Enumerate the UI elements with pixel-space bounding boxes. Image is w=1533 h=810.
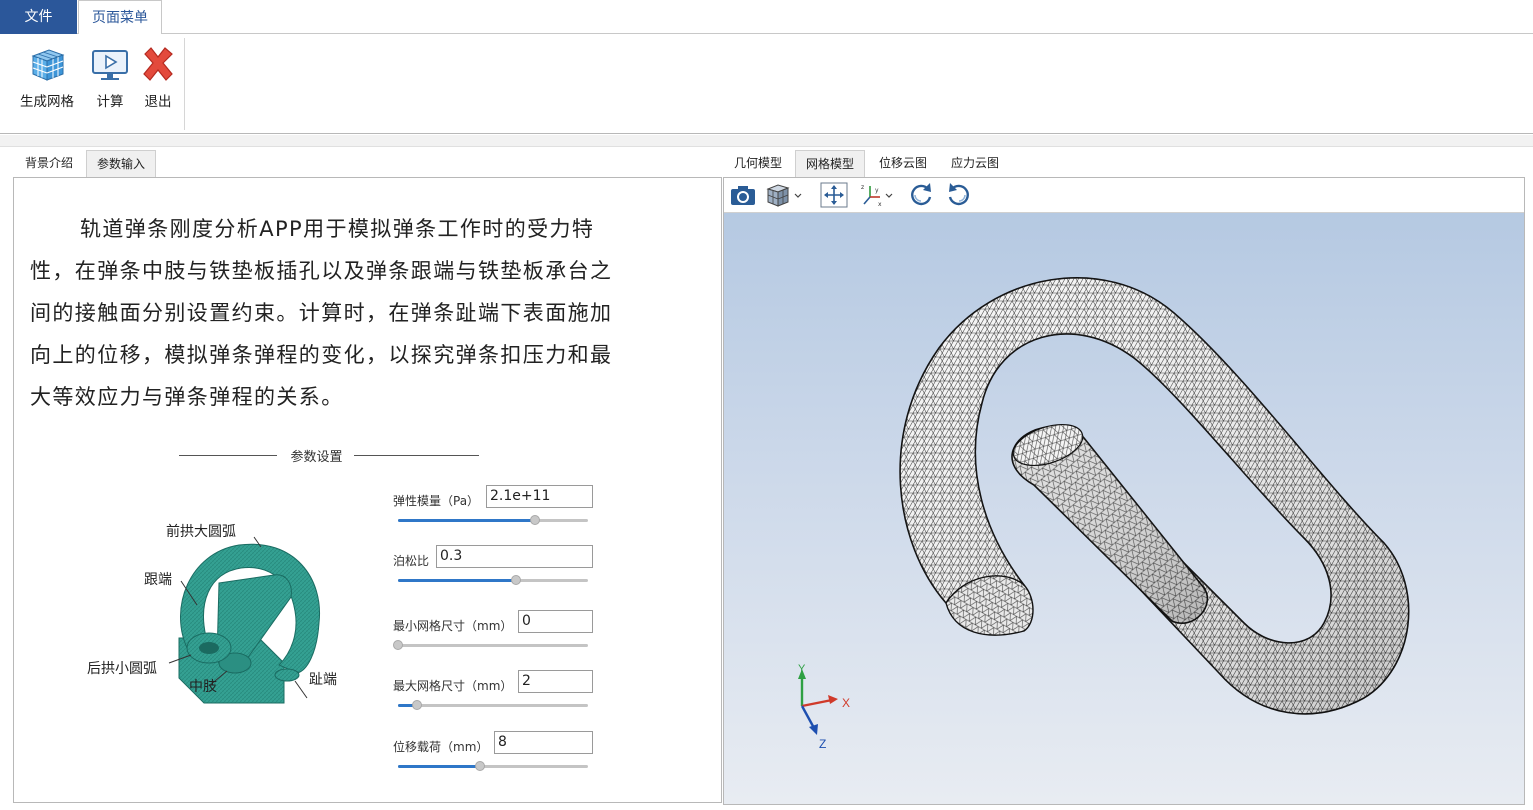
min-mesh-size-input[interactable]: 0 (518, 610, 593, 633)
svg-text:y: y (875, 187, 879, 194)
camera-icon[interactable] (728, 181, 758, 209)
tab-page-menu[interactable]: 页面菜单 (78, 0, 162, 35)
ribbon-body: 生成网格 计算 退出 (0, 34, 1533, 134)
tab-file[interactable]: 文件 (0, 0, 77, 34)
tab-stress-contour[interactable]: 应力云图 (940, 150, 1010, 177)
displacement-load-slider[interactable] (398, 761, 588, 771)
poisson-ratio-label: 泊松比 (393, 554, 430, 568)
monitor-play-icon (92, 50, 128, 80)
label-front-arc: 前拱大圆弧 (166, 524, 236, 540)
slider-thumb[interactable] (412, 700, 422, 710)
tab-mesh-model[interactable]: 网格模型 (795, 150, 865, 177)
calculate-label: 计算 (96, 94, 124, 110)
viewer-toolbar: z y x (724, 178, 1524, 213)
poisson-ratio-slider[interactable] (398, 575, 588, 585)
ribbon-tab-bar: 文件 页面菜单 (0, 0, 1533, 35)
param-row-displacement-load: 位移载荷（mm） 8 (393, 731, 593, 771)
elastic-modulus-slider[interactable] (398, 515, 588, 525)
divider (354, 455, 479, 456)
slider-thumb[interactable] (474, 761, 485, 771)
rail-clip-illustration: 前拱大圆弧 跟端 后拱小圆弧 中肢 趾端 (69, 513, 369, 723)
elastic-modulus-label: 弹性模量（Pa） (393, 494, 480, 508)
poisson-ratio-input[interactable]: 0.3 (436, 545, 593, 568)
exit-button[interactable]: 退出 (136, 44, 180, 110)
tab-background[interactable]: 背景介绍 (14, 150, 84, 177)
tab-geometry-model[interactable]: 几何模型 (724, 150, 792, 177)
max-mesh-size-input[interactable]: 2 (518, 670, 593, 693)
max-mesh-size-slider[interactable] (398, 700, 588, 710)
generate-mesh-button[interactable]: 生成网格 (12, 44, 82, 110)
rotate-cw-icon[interactable] (906, 181, 936, 209)
axis-triad (798, 669, 838, 735)
param-row-min-mesh-size: 最小网格尺寸（mm） 0 (393, 610, 593, 650)
axes-icon[interactable]: z y x (858, 181, 898, 209)
axis-z-label: Z (819, 737, 827, 751)
mesh-cube-icon (31, 49, 65, 81)
rail-clip-image (168, 536, 321, 704)
intro-paragraph: 轨道弹条刚度分析APP用于模拟弹条工作时的受力特性，在弹条中肢与铁垫板插孔以及弹… (30, 217, 613, 409)
mesh-viewer[interactable]: z y x Y X Z (723, 177, 1525, 805)
tab-parameter-input[interactable]: 参数输入 (86, 150, 156, 177)
slider-thumb[interactable] (510, 575, 521, 585)
axis-x-label: X (842, 696, 851, 710)
svg-text:x: x (878, 201, 882, 208)
3d-scene[interactable]: Y X Z (724, 213, 1524, 804)
param-row-max-mesh-size: 最大网格尺寸（mm） 2 (393, 670, 593, 710)
axis-y-label: Y (798, 663, 806, 675)
tab-displacement-contour[interactable]: 位移云图 (868, 150, 938, 177)
divider (179, 455, 277, 456)
max-mesh-size-label: 最大网格尺寸（mm） (393, 679, 513, 693)
elastic-modulus-input[interactable]: 2.1e+11 (486, 485, 593, 508)
mesh-model-render (798, 277, 1410, 735)
ribbon-separator (0, 135, 1533, 147)
fit-view-icon[interactable] (819, 181, 849, 209)
close-x-icon (143, 47, 173, 81)
ribbon-group-actions: 生成网格 计算 退出 (4, 38, 185, 130)
view-cube-icon[interactable] (764, 181, 810, 209)
label-toe: 趾端 (309, 672, 337, 688)
displacement-load-input[interactable]: 8 (494, 731, 593, 754)
background-panel: 轨道弹条刚度分析APP用于模拟弹条工作时的受力特性，在弹条中肢与铁垫板插孔以及弹… (13, 177, 722, 803)
generate-mesh-label: 生成网格 (20, 94, 74, 110)
param-row-poisson-ratio: 泊松比 0.3 (393, 545, 593, 585)
calculate-button[interactable]: 计算 (88, 44, 132, 110)
displacement-load-label: 位移载荷（mm） (393, 740, 489, 754)
slider-thumb[interactable] (529, 515, 540, 525)
parameter-section-title: 参数设置 (290, 450, 343, 465)
rotate-ccw-icon[interactable] (944, 181, 974, 209)
svg-text:z: z (861, 184, 864, 191)
min-mesh-size-label: 最小网格尺寸（mm） (393, 619, 513, 633)
label-middle-limb: 中肢 (189, 679, 217, 695)
label-rear-arc: 后拱小圆弧 (87, 661, 157, 677)
slider-thumb[interactable] (393, 640, 403, 650)
parameter-section-header: 参数设置 (179, 446, 479, 466)
param-row-elastic-modulus: 弹性模量（Pa） 2.1e+11 (393, 485, 593, 525)
label-heel: 跟端 (144, 572, 172, 588)
exit-label: 退出 (144, 94, 172, 110)
min-mesh-size-slider[interactable] (393, 640, 588, 650)
